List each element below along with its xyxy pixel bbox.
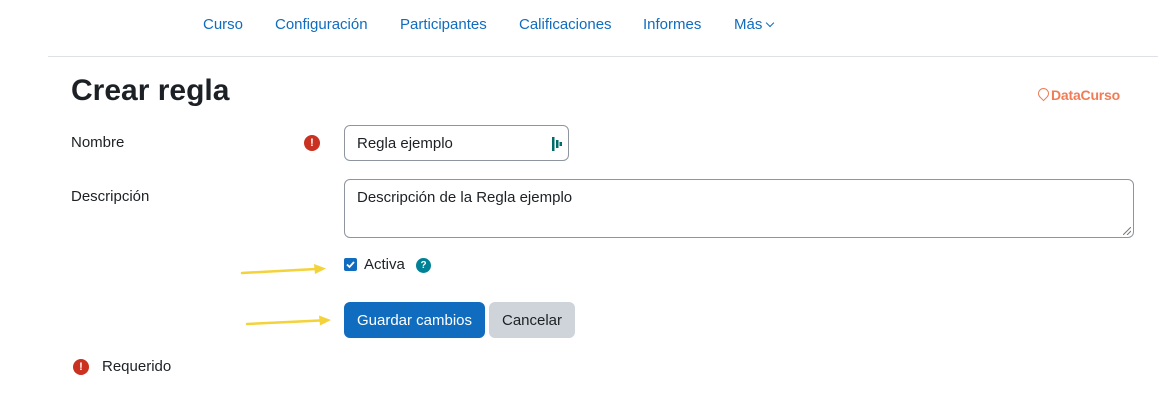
secondary-navigation: Curso Configuración Participantes Califi… — [48, 0, 1158, 57]
active-checkbox[interactable] — [344, 258, 357, 271]
description-textarea-value: Descripción de la Regla ejemplo — [357, 189, 573, 206]
name-label: Nombre — [71, 134, 125, 151]
cancel-button[interactable]: Cancelar — [489, 302, 575, 338]
name-input[interactable]: Regla ejemplo — [344, 125, 569, 161]
nav-item-calificaciones[interactable]: Calificaciones — [519, 16, 612, 33]
description-label: Descripción — [71, 188, 150, 205]
resize-handle-icon[interactable] — [1123, 227, 1131, 235]
nav-item-participantes[interactable]: Participantes — [400, 16, 487, 33]
balloon-icon — [1035, 85, 1052, 102]
save-changes-button[interactable]: Guardar cambios — [344, 302, 485, 338]
checkmark-icon — [346, 261, 355, 269]
page: Curso Configuración Participantes Califi… — [0, 0, 1169, 406]
nav-item-curso[interactable]: Curso — [203, 16, 243, 33]
nav-item-more[interactable]: Más — [734, 16, 775, 33]
name-input-value: Regla ejemplo — [357, 135, 453, 152]
nav-item-informes[interactable]: Informes — [643, 16, 701, 33]
active-checkbox-label[interactable]: Activa — [364, 256, 405, 273]
required-icon: ! — [304, 135, 320, 151]
help-icon[interactable]: ? — [416, 258, 431, 273]
page-title: Crear regla — [71, 74, 230, 107]
annotation-arrow — [245, 315, 331, 326]
description-textarea[interactable]: Descripción de la Regla ejemplo — [344, 179, 1134, 238]
brand-logo: DataCurso — [1035, 85, 1120, 103]
annotation-arrow — [240, 264, 326, 275]
password-manager-icon[interactable] — [552, 137, 562, 151]
required-legend: Requerido — [102, 358, 172, 375]
required-icon: ! — [73, 359, 89, 375]
brand-name: DataCurso — [1051, 87, 1120, 103]
chevron-down-icon — [766, 18, 775, 28]
nav-item-configuracion[interactable]: Configuración — [275, 16, 368, 33]
nav-more-label: Más — [734, 16, 763, 33]
